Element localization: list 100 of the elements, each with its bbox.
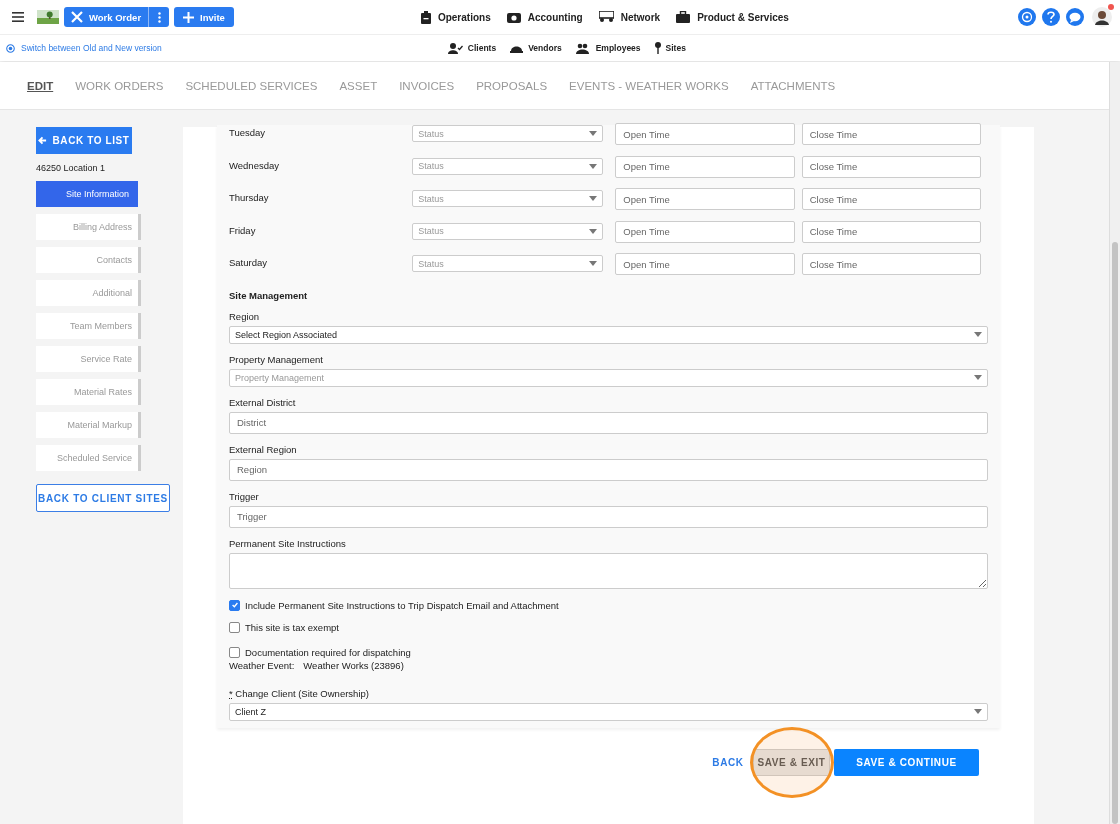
sidebar-item[interactable]: Additional xyxy=(36,280,141,306)
weather-event-label: Weather Event: xyxy=(229,659,295,671)
open-time-field[interactable]: Open Time xyxy=(615,220,795,243)
checkbox-label: This site is tax exempt xyxy=(245,621,339,633)
dropdown-icon xyxy=(974,709,982,715)
section-heading: Site Management xyxy=(229,289,309,301)
sidebar-item[interactable]: Service Rate xyxy=(36,346,141,372)
target-icon xyxy=(1021,11,1033,23)
tab[interactable]: SCHEDULED SERVICES xyxy=(185,79,318,92)
scrollbar[interactable] xyxy=(1109,62,1120,824)
sidebar-item[interactable]: Material Markup xyxy=(36,412,141,438)
back-to-list-button[interactable]: BACK TO LIST xyxy=(36,127,132,154)
tab[interactable]: INVOICES xyxy=(399,79,455,92)
sidebar-item[interactable]: Scheduled Service xyxy=(36,445,141,471)
checkbox-label: Include Permanent Site Instructions to Trip Dispatch Email and Attachment xyxy=(245,599,559,611)
sidebar-item[interactable]: Site Information xyxy=(36,181,138,207)
money-icon xyxy=(506,11,521,23)
briefcase-icon xyxy=(676,11,691,23)
sidebar-item[interactable]: Team Members xyxy=(36,313,141,339)
checkbox[interactable] xyxy=(229,599,240,611)
status-select[interactable]: Status xyxy=(412,222,604,240)
open-time-field[interactable]: Open Time xyxy=(615,155,795,178)
work-order-button[interactable]: Work Order xyxy=(64,7,149,27)
sidebar-item[interactable]: Contacts xyxy=(36,247,141,273)
select-field[interactable]: Client Z xyxy=(229,702,988,721)
sidebar-item[interactable]: Material Rates xyxy=(36,379,141,405)
field-label: Change Client (Site Ownership) xyxy=(235,687,369,699)
help-icon xyxy=(1047,11,1055,23)
tab[interactable]: EDIT xyxy=(27,79,54,92)
status-select[interactable]: Status xyxy=(412,157,604,175)
dropdown-icon xyxy=(974,375,982,381)
input-field[interactable]: Trigger xyxy=(229,505,988,528)
sub-nav-link[interactable]: Sites xyxy=(654,42,686,54)
back-to-client-sites-button[interactable]: BACK TO CLIENT SITES xyxy=(36,484,170,512)
arrow-left-icon xyxy=(38,136,48,145)
dropdown-icon xyxy=(589,196,598,202)
close-time-field[interactable]: Close Time xyxy=(801,123,981,145)
day-label: Wednesday xyxy=(229,158,280,171)
nav-link[interactable]: Network xyxy=(598,10,661,24)
nav-link[interactable]: Product & Services xyxy=(676,10,789,24)
tab[interactable]: ATTACHMENTS xyxy=(750,79,836,92)
close-time-field[interactable]: Close Time xyxy=(801,188,981,211)
checkbox[interactable] xyxy=(229,646,240,658)
invite-button[interactable]: Invite xyxy=(174,7,234,27)
weather-event-value: Weather Works (23896) xyxy=(303,659,404,671)
day-label: Saturday xyxy=(229,256,269,269)
field-label: Permanent Site Instructions xyxy=(229,537,347,549)
target-button[interactable] xyxy=(1018,8,1036,26)
sub-nav-link[interactable]: Employees xyxy=(575,42,641,54)
tab[interactable]: PROPOSALS xyxy=(476,79,548,92)
version-toggle[interactable]: Switch between Old and New version xyxy=(6,43,162,53)
input-field[interactable]: Region xyxy=(229,458,988,481)
user-check-icon xyxy=(447,42,463,54)
tab[interactable]: ASSET xyxy=(339,79,378,92)
select-field[interactable]: Property Management xyxy=(229,368,988,387)
field-label: Property Management xyxy=(229,353,324,365)
day-label: Thursday xyxy=(229,191,270,204)
input-field[interactable]: District xyxy=(229,411,988,434)
sidebar-item[interactable]: Billing Address xyxy=(36,214,141,240)
chat-icon xyxy=(1069,11,1081,23)
status-select[interactable]: Status xyxy=(412,255,604,273)
tab[interactable]: EVENTS - WEATHER WORKS xyxy=(569,79,729,92)
nav-link[interactable]: Accounting xyxy=(506,10,583,24)
save-continue-button[interactable]: SAVE & CONTINUE xyxy=(834,748,979,776)
checkbox-label: Documentation required for dispatching xyxy=(245,646,411,658)
open-time-field[interactable]: Open Time xyxy=(615,188,795,211)
chat-button[interactable] xyxy=(1066,8,1084,26)
close-time-field[interactable]: Close Time xyxy=(801,220,981,243)
users-icon xyxy=(575,42,591,54)
tab[interactable]: WORK ORDERS xyxy=(75,79,164,92)
close-time-field[interactable]: Close Time xyxy=(801,253,981,276)
dropdown-icon xyxy=(589,261,598,267)
save-exit-button[interactable]: SAVE & EXIT xyxy=(753,748,830,776)
sub-nav-link[interactable]: Vendors xyxy=(510,42,562,54)
sub-nav-link[interactable]: Clients xyxy=(447,42,497,54)
more-button[interactable] xyxy=(148,7,170,27)
dropdown-icon xyxy=(589,228,598,234)
field-label: External District xyxy=(229,396,297,408)
help-button[interactable] xyxy=(1042,8,1060,26)
plus-icon xyxy=(183,11,195,23)
radio-icon xyxy=(6,43,15,53)
status-select[interactable]: Status xyxy=(412,125,604,142)
select-field[interactable]: Select Region Associated xyxy=(229,325,988,344)
avatar[interactable] xyxy=(1092,7,1112,27)
dropdown-icon xyxy=(589,163,598,169)
day-label: Tuesday xyxy=(229,126,267,138)
dropdown-icon xyxy=(589,131,598,136)
checkbox[interactable] xyxy=(229,621,240,633)
menu-icon[interactable] xyxy=(12,12,24,22)
required-mark: * xyxy=(229,687,233,699)
open-time-field[interactable]: Open Time xyxy=(615,253,795,276)
field-label: External Region xyxy=(229,443,298,455)
kebab-icon xyxy=(157,11,161,23)
close-time-field[interactable]: Close Time xyxy=(801,155,981,178)
status-select[interactable]: Status xyxy=(412,190,604,208)
clipboard-icon xyxy=(420,10,431,24)
nav-link[interactable]: Operations xyxy=(420,10,491,24)
field-label: Trigger xyxy=(229,490,260,502)
open-time-field[interactable]: Open Time xyxy=(615,123,795,145)
pin-icon xyxy=(654,42,661,54)
